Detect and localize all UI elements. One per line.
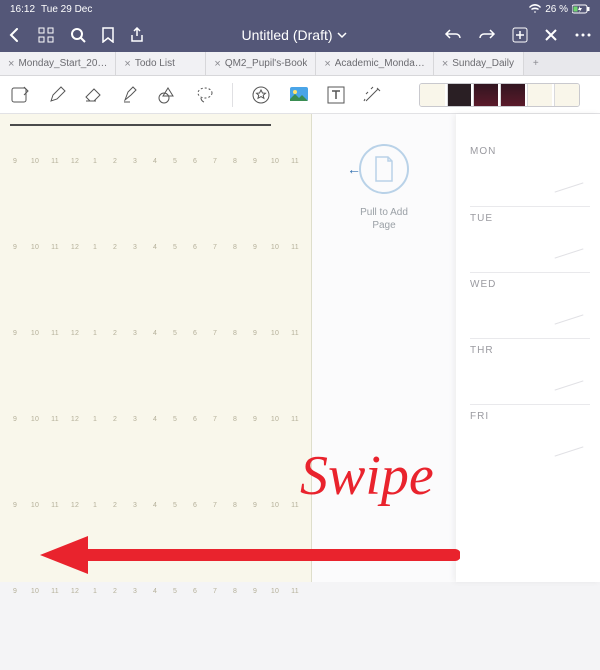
more-icon[interactable] [574,32,592,38]
thumbnail[interactable] [420,84,445,106]
status-bar: 16:12 Tue 29 Dec 26 % [0,0,600,18]
planner-page-right[interactable]: MON TUE WED THR FRI [456,114,600,582]
page-thumbnails[interactable] [419,83,580,107]
time-ruler: 91011121234567891011 [8,588,303,595]
tab-add-button[interactable]: + [524,52,548,75]
close-icon[interactable] [544,28,558,42]
laser-tool-icon[interactable] [363,85,383,105]
tab-monday-start[interactable]: × Monday_Start_20… [0,52,116,75]
pen-tool-icon[interactable] [48,85,66,105]
day-row-tue: TUE [470,206,590,272]
document-tabs: × Monday_Start_20… × Todo List × QM2_Pup… [0,52,600,76]
bookmark-icon[interactable] [102,27,114,43]
tab-close-icon[interactable]: × [214,58,220,70]
time-ruler: 91011121234567891011 [8,502,303,509]
time-ruler: 91011121234567891011 [8,244,303,251]
thumbnail[interactable] [447,84,472,106]
back-icon[interactable] [8,28,22,42]
thumbnail[interactable] [554,84,579,106]
eraser-tool-icon[interactable] [84,85,104,105]
arrow-left-icon: ← [347,161,361,177]
tab-academic-monday[interactable]: × Academic_Monda… [316,52,433,75]
tab-todo-list[interactable]: × Todo List [116,52,206,75]
pull-to-add-icon: ← [359,144,409,194]
status-time: 16:12 [10,4,35,15]
time-ruler: 91011121234567891011 [8,158,303,165]
app-header: Untitled (Draft) [0,18,600,52]
tab-close-icon[interactable]: × [124,58,130,70]
search-icon[interactable] [70,27,86,43]
shapes-tool-icon[interactable] [158,85,178,105]
lasso-tool-icon[interactable] [196,85,214,105]
document-title[interactable]: Untitled (Draft) [158,27,430,43]
readonly-tool-icon[interactable] [10,85,30,105]
redo-icon[interactable] [478,28,496,42]
image-tool-icon[interactable] [289,85,309,105]
undo-icon[interactable] [444,28,462,42]
thumbnail[interactable] [527,84,552,106]
tab-close-icon[interactable]: × [8,58,14,70]
wifi-icon [529,4,541,14]
status-date: Tue 29 Dec [41,4,92,15]
thumbnail[interactable] [473,84,498,106]
battery-icon [572,4,590,14]
share-icon[interactable] [130,27,144,43]
thumbnail[interactable] [500,84,525,106]
tab-qm2[interactable]: × QM2_Pupil's-Book [206,52,316,75]
pull-to-add-area[interactable]: ← Pull to Add Page [312,114,456,582]
highlighter-tool-icon[interactable] [122,85,140,105]
canvas-area[interactable]: 91011121234567891011 9101112123456789101… [0,114,600,582]
editor-toolbar [0,76,600,114]
add-page-icon[interactable] [512,27,528,43]
day-row-thr: THR [470,338,590,404]
chevron-down-icon [337,30,347,40]
notebook-page-left[interactable]: 91011121234567891011 9101112123456789101… [0,114,312,582]
pull-to-add-label: Pull to Add Page [354,206,414,232]
grid-icon[interactable] [38,27,54,43]
text-tool-icon[interactable] [327,85,345,105]
day-row-fri: FRI [470,404,590,470]
tab-close-icon[interactable]: × [442,58,448,70]
tab-sunday-daily[interactable]: × Sunday_Daily [434,52,524,75]
time-ruler: 91011121234567891011 [8,416,303,423]
favorites-tool-icon[interactable] [251,85,271,105]
time-ruler: 91011121234567891011 [8,330,303,337]
day-row-mon: MON [470,140,590,206]
day-row-wed: WED [470,272,590,338]
tab-close-icon[interactable]: × [324,58,330,70]
battery-percent: 26 % [545,4,568,15]
